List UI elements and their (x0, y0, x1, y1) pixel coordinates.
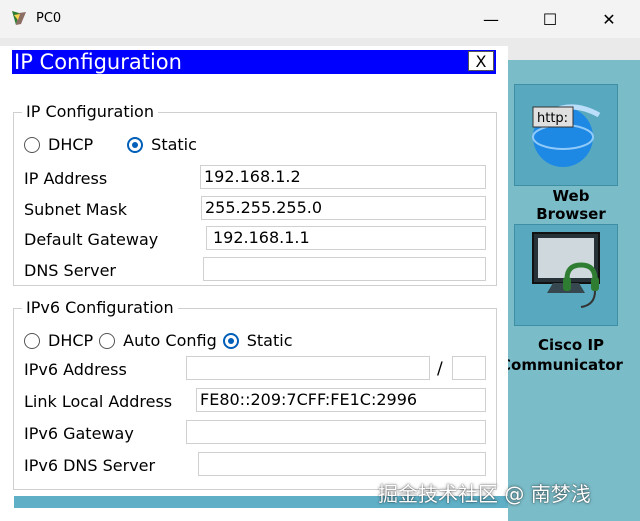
default-gateway-label: Default Gateway (24, 230, 159, 249)
http-badge: http: (537, 111, 568, 126)
default-gateway-input[interactable]: 192.168.1.1 (206, 226, 486, 250)
ipv6-config-group: IPv6 Configuration DHCP Auto Config Stat… (13, 298, 497, 490)
cisco-ip-communicator-icon (532, 232, 600, 308)
web-browser-label-line2: Browser (536, 205, 606, 219)
ipv4-mode-radios: DHCP Static (24, 135, 211, 154)
window-titlebar: PC0 — ☐ ✕ (0, 0, 640, 38)
ipv6-address-input[interactable] (186, 356, 430, 380)
prefix-separator: / (437, 359, 443, 379)
ipv6-group-title: IPv6 Configuration (22, 298, 178, 318)
ipv6-static-option[interactable]: Static (222, 331, 293, 350)
ipv6-dhcp-label: DHCP (48, 331, 94, 350)
ipv4-dhcp-radio[interactable] (24, 136, 40, 153)
link-local-address-input[interactable]: FE80::209:7CFF:FE1C:2996 (196, 388, 486, 412)
ipv4-static-option[interactable]: Static (127, 135, 197, 154)
ipv6-address-label: IPv6 Address (24, 360, 127, 379)
ipv6-auto-config-label: Auto Config (123, 331, 217, 350)
cisco-ip-communicator-label: Cisco IP (537, 336, 605, 354)
ipv4-config-group: IP Configuration DHCP Static IP Address … (13, 102, 497, 286)
window-title: PC0 (36, 11, 62, 26)
dns-server-label: DNS Server (24, 261, 116, 280)
ipv6-static-label: Static (246, 331, 293, 350)
minimize-button[interactable]: — (468, 0, 514, 38)
watermark: 掘金技术社区 @ 南梦浅 (378, 482, 591, 506)
ip-address-label: IP Address (24, 169, 108, 188)
web-browser-icon: http: (532, 104, 601, 167)
maximize-button[interactable]: ☐ (527, 0, 573, 38)
ipv4-group-title: IP Configuration (22, 102, 158, 122)
dialog-title: IP Configuration (14, 50, 182, 74)
link-local-address-label: Link Local Address (24, 392, 173, 411)
desktop-apps-panel: http: Web Browser Cisco IP Communicator (500, 60, 640, 521)
ipv4-static-label: Static (151, 135, 197, 154)
dialog-close-button[interactable]: X (468, 51, 494, 71)
ipv6-prefix-length-input[interactable] (452, 356, 486, 380)
ipv4-dhcp-option[interactable]: DHCP (24, 135, 93, 154)
ipv6-dns-server-label: IPv6 DNS Server (24, 456, 156, 475)
dns-server-input[interactable] (203, 257, 486, 281)
ipv4-static-radio[interactable] (127, 136, 144, 153)
ipv4-dhcp-label: DHCP (48, 135, 94, 154)
ipv6-gateway-input[interactable] (186, 420, 486, 444)
cisco-ip-communicator-tile[interactable] (514, 224, 618, 326)
dialog-header: IP Configuration X (12, 50, 496, 74)
ipv6-gateway-label: IPv6 Gateway (24, 424, 134, 443)
ipv6-static-radio[interactable] (222, 332, 239, 349)
ipv6-dns-server-input[interactable] (198, 452, 486, 476)
web-browser-tile[interactable]: http: (514, 84, 618, 186)
ipv6-auto-config-radio[interactable] (99, 332, 116, 349)
subnet-mask-label: Subnet Mask (24, 200, 128, 219)
ipv6-mode-radios: DHCP Auto Config Static (24, 331, 307, 350)
ip-configuration-dialog: IP Configuration X IP Configuration DHCP… (0, 46, 508, 521)
ip-address-input[interactable]: 192.168.1.2 (200, 165, 486, 189)
web-browser-label: Web (552, 187, 590, 205)
window-close-button[interactable]: ✕ (586, 0, 632, 38)
ipv6-dhcp-option[interactable]: DHCP (24, 331, 93, 350)
ipv6-dhcp-radio[interactable] (24, 332, 40, 349)
packet-tracer-app-icon (12, 11, 26, 25)
ipv6-auto-config-option[interactable]: Auto Config (99, 331, 217, 350)
subnet-mask-input[interactable]: 255.255.255.0 (201, 196, 486, 220)
cisco-ip-communicator-label-line2: Communicator (500, 356, 623, 374)
